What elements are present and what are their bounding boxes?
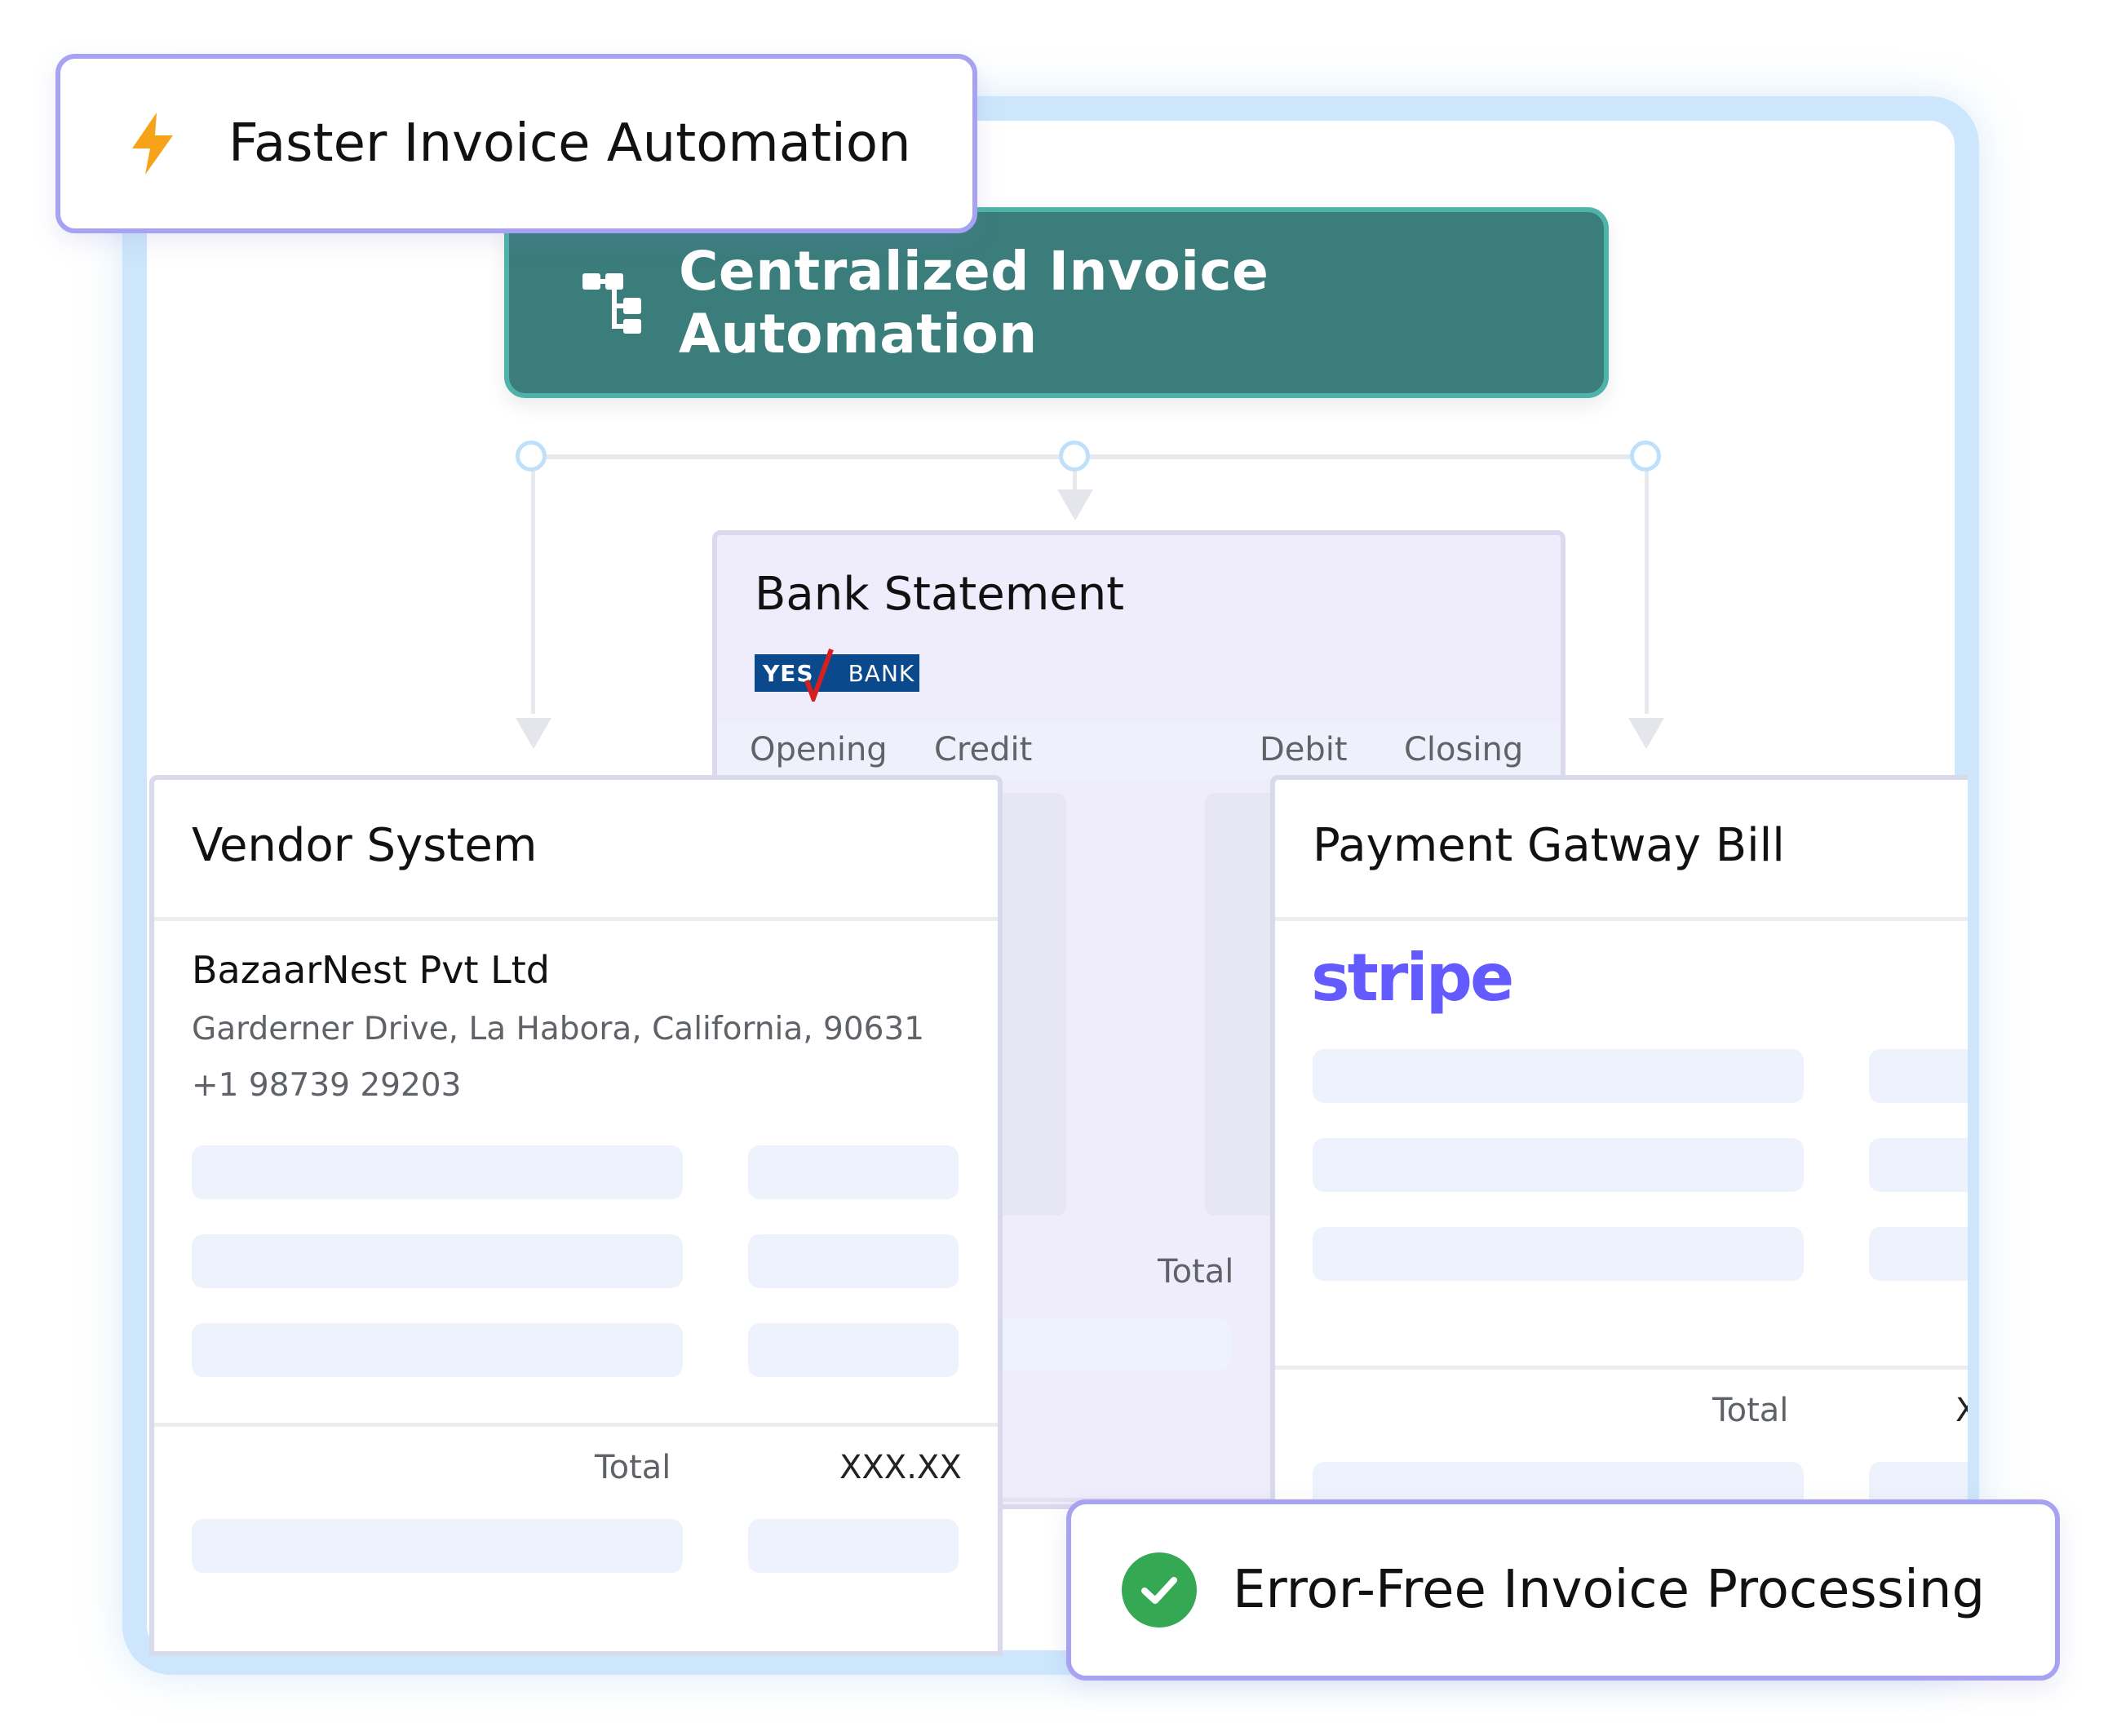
central-automation-box[interactable]: Centralized Invoice Automation bbox=[504, 207, 1609, 398]
vendor-row-placeholder bbox=[748, 1323, 959, 1377]
column-debit: Debit bbox=[1260, 731, 1348, 768]
payment-total-value: X bbox=[1955, 1392, 1968, 1429]
check-circle-icon bbox=[1120, 1551, 1198, 1629]
payment-header-divider bbox=[1275, 917, 1968, 921]
arrow-right-icon bbox=[1628, 718, 1664, 749]
yes-bank-check-icon bbox=[802, 648, 835, 707]
vendor-address: Garderner Drive, La Habora, California, … bbox=[192, 1011, 925, 1047]
payment-gateway-card[interactable]: Payment Gatway Bill stripe Total X bbox=[1270, 775, 1968, 1583]
vendor-row-placeholder bbox=[192, 1234, 683, 1288]
connector-node-right bbox=[1630, 441, 1661, 472]
stripe-logo: stripe bbox=[1311, 940, 1514, 1016]
connector-right bbox=[1645, 469, 1649, 714]
yes-bank-logo: YES BANK bbox=[755, 648, 919, 706]
arrow-left-icon bbox=[516, 718, 551, 749]
column-closing: Closing bbox=[1404, 731, 1524, 768]
column-credit: Credit bbox=[934, 731, 1033, 768]
payment-row-placeholder bbox=[1313, 1049, 1804, 1103]
vendor-row-placeholder bbox=[192, 1145, 683, 1199]
vendor-footer-divider bbox=[154, 1423, 998, 1427]
payment-total-label: Total bbox=[1712, 1392, 1789, 1429]
vendor-row-placeholder bbox=[748, 1234, 959, 1288]
payment-row-placeholder bbox=[1313, 1138, 1804, 1192]
connector-node-left bbox=[516, 441, 547, 472]
bank-statement-title: Bank Statement bbox=[755, 568, 1125, 621]
payment-footer-divider bbox=[1275, 1366, 1968, 1370]
hierarchy-icon bbox=[581, 270, 646, 335]
vendor-total-label: Total bbox=[595, 1449, 671, 1486]
connector-left bbox=[531, 469, 535, 714]
payment-row-placeholder bbox=[1869, 1049, 1968, 1103]
central-automation-label: Centralized Invoice Automation bbox=[679, 240, 1269, 365]
vendor-row-placeholder bbox=[192, 1519, 683, 1573]
payment-card-clip: Payment Gatway Bill stripe Total X bbox=[1266, 767, 1968, 1583]
arrow-middle-icon bbox=[1057, 489, 1093, 520]
column-opening: Opening bbox=[750, 731, 888, 768]
vendor-row-placeholder bbox=[192, 1323, 683, 1377]
vendor-total-value: XXX.XX bbox=[839, 1449, 962, 1486]
payment-row-placeholder bbox=[1869, 1138, 1968, 1192]
vendor-system-card[interactable]: Vendor System BazaarNest Pvt Ltd Gardern… bbox=[149, 775, 1003, 1656]
error-free-badge[interactable]: Error-Free Invoice Processing bbox=[1066, 1499, 2060, 1681]
vendor-row-placeholder bbox=[748, 1145, 959, 1199]
error-free-label: Error-Free Invoice Processing bbox=[1233, 1560, 1986, 1620]
vendor-system-title: Vendor System bbox=[192, 819, 538, 872]
vendor-company-name: BazaarNest Pvt Ltd bbox=[192, 948, 550, 992]
vendor-header-divider bbox=[154, 917, 998, 921]
connector-node-middle bbox=[1059, 441, 1090, 472]
vendor-row-placeholder bbox=[748, 1519, 959, 1573]
faster-automation-label: Faster Invoice Automation bbox=[228, 113, 911, 174]
yes-bank-logo-bank: BANK bbox=[848, 659, 915, 687]
payment-row-placeholder bbox=[1313, 1227, 1804, 1281]
faster-automation-badge[interactable]: Faster Invoice Automation bbox=[55, 54, 977, 233]
bank-total-label: Total bbox=[1158, 1253, 1234, 1291]
lightning-bolt-icon bbox=[127, 111, 178, 176]
vendor-phone: +1 98739 29203 bbox=[192, 1067, 462, 1104]
payment-gateway-title: Payment Gatway Bill bbox=[1313, 819, 1785, 872]
payment-row-placeholder bbox=[1869, 1227, 1968, 1281]
